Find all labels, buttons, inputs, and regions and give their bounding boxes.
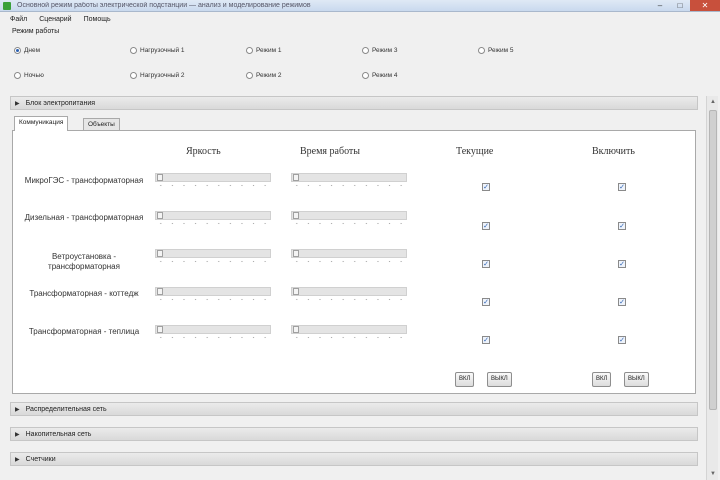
radio-dot xyxy=(130,72,137,79)
radio-dot xyxy=(14,72,21,79)
slider-ticks xyxy=(155,336,271,339)
column-enable: Включить xyxy=(592,146,635,157)
radio-mode-1[interactable]: Режим 1 xyxy=(246,47,281,54)
slider-ticks xyxy=(155,298,271,301)
maximize-button[interactable]: □ xyxy=(670,0,690,11)
menu-help[interactable]: Помощь xyxy=(84,16,111,23)
radio-mode-5[interactable]: Режим 5 xyxy=(478,47,513,54)
slider-thumb[interactable] xyxy=(157,174,163,181)
enable-checkbox[interactable]: ✓ xyxy=(618,183,626,191)
menu-bar: Файл Сценарий Помощь xyxy=(0,13,720,25)
panel-meters[interactable]: ▶ Счетчики xyxy=(10,452,698,466)
brightness-slider[interactable] xyxy=(155,249,271,258)
runtime-slider[interactable] xyxy=(291,173,407,182)
radio-dot xyxy=(478,47,485,54)
slider-ticks xyxy=(155,184,271,187)
row-label: Ветроустановка - трансформаторная xyxy=(48,252,120,271)
slider-thumb[interactable] xyxy=(157,288,163,295)
menu-file[interactable]: Файл xyxy=(10,16,27,23)
radio-dot xyxy=(246,47,253,54)
radio-night[interactable]: Ночью xyxy=(14,72,44,79)
runtime-slider[interactable] xyxy=(291,249,407,258)
title-bar: Основной режим работы электрической подс… xyxy=(0,0,720,12)
brightness-slider[interactable] xyxy=(155,173,271,182)
current-checkbox[interactable]: ✓ xyxy=(482,222,490,230)
row-label: Дизельная - трансформаторная xyxy=(24,213,144,222)
enable-checkbox[interactable]: ✓ xyxy=(618,260,626,268)
radio-dot xyxy=(246,72,253,79)
expand-arrow-icon: ▶ xyxy=(15,431,20,438)
scroll-up-icon[interactable]: ▲ xyxy=(707,96,719,108)
slider-ticks xyxy=(291,298,407,301)
current-checkbox[interactable]: ✓ xyxy=(482,260,490,268)
enable-checkbox[interactable]: ✓ xyxy=(618,336,626,344)
vertical-scrollbar[interactable]: ▲ ▼ xyxy=(706,96,718,480)
enable-checkbox[interactable]: ✓ xyxy=(618,298,626,306)
current-on-button[interactable]: ВКЛ xyxy=(455,372,475,387)
radio-mode-2[interactable]: Режим 2 xyxy=(246,72,281,79)
slider-thumb[interactable] xyxy=(293,174,299,181)
slider-thumb[interactable] xyxy=(293,288,299,295)
slider-ticks xyxy=(291,184,407,187)
radio-dot xyxy=(130,47,137,54)
row-label: МикроГЭС - трансформаторная xyxy=(24,176,144,185)
runtime-slider[interactable] xyxy=(291,325,407,334)
slider-ticks xyxy=(291,222,407,225)
runtime-slider[interactable] xyxy=(291,287,407,296)
tab-communication[interactable]: Коммуникация xyxy=(14,116,69,131)
slider-thumb[interactable] xyxy=(157,250,163,257)
mode-group-title: Режим работы xyxy=(12,28,60,35)
radio-mode-3[interactable]: Режим 3 xyxy=(362,47,397,54)
brightness-slider[interactable] xyxy=(155,287,271,296)
panel-power-sources[interactable]: ▶ Блок электропитания xyxy=(10,96,698,110)
enable-off-button[interactable]: ВЫКЛ xyxy=(624,372,649,387)
row-label: Трансформаторная - коттедж xyxy=(29,289,139,298)
row-label: Трансформаторная - теплица xyxy=(28,327,140,336)
radio-dot xyxy=(14,47,21,54)
slider-ticks xyxy=(291,336,407,339)
radio-day[interactable]: Днем xyxy=(14,47,40,54)
column-runtime: Время работы xyxy=(300,146,361,157)
slider-thumb[interactable] xyxy=(293,250,299,257)
minimize-button[interactable]: – xyxy=(650,0,670,11)
panel-distribution-network[interactable]: ▶ Распределительная сеть xyxy=(10,402,698,416)
expand-arrow-icon: ▶ xyxy=(15,456,20,463)
radio-dot xyxy=(362,72,369,79)
slider-thumb[interactable] xyxy=(293,326,299,333)
enable-on-button[interactable]: ВКЛ xyxy=(592,372,612,387)
radio-mode-4[interactable]: Режим 4 xyxy=(362,72,397,79)
panel-accumulation-network[interactable]: ▶ Накопительная сеть xyxy=(10,427,698,441)
runtime-slider[interactable] xyxy=(291,211,407,220)
slider-thumb[interactable] xyxy=(293,212,299,219)
current-checkbox[interactable]: ✓ xyxy=(482,183,490,191)
radio-load-2[interactable]: Нагрузочный 2 xyxy=(130,72,185,79)
slider-thumb[interactable] xyxy=(157,212,163,219)
slider-thumb[interactable] xyxy=(157,326,163,333)
window-title: Основной режим работы электрической подс… xyxy=(17,2,311,9)
current-checkbox[interactable]: ✓ xyxy=(482,298,490,306)
enable-checkbox[interactable]: ✓ xyxy=(618,222,626,230)
slider-ticks xyxy=(291,260,407,263)
radio-load-1[interactable]: Нагрузочный 1 xyxy=(130,47,185,54)
column-brightness: Яркость xyxy=(186,146,221,157)
column-current: Текущие xyxy=(456,146,494,157)
current-checkbox[interactable]: ✓ xyxy=(482,336,490,344)
window-controls: – □ ✕ xyxy=(650,0,720,12)
scrollbar-thumb[interactable] xyxy=(709,110,717,410)
close-button[interactable]: ✕ xyxy=(690,0,720,11)
app-icon xyxy=(3,1,11,10)
slider-ticks xyxy=(155,260,271,263)
brightness-slider[interactable] xyxy=(155,211,271,220)
radio-dot xyxy=(362,47,369,54)
expand-arrow-icon: ▶ xyxy=(15,100,20,107)
scroll-down-icon[interactable]: ▼ xyxy=(707,468,719,480)
slider-ticks xyxy=(155,222,271,225)
brightness-slider[interactable] xyxy=(155,325,271,334)
expand-arrow-icon: ▶ xyxy=(15,406,20,413)
current-off-button[interactable]: ВЫКЛ xyxy=(487,372,512,387)
menu-scenario[interactable]: Сценарий xyxy=(39,16,71,23)
